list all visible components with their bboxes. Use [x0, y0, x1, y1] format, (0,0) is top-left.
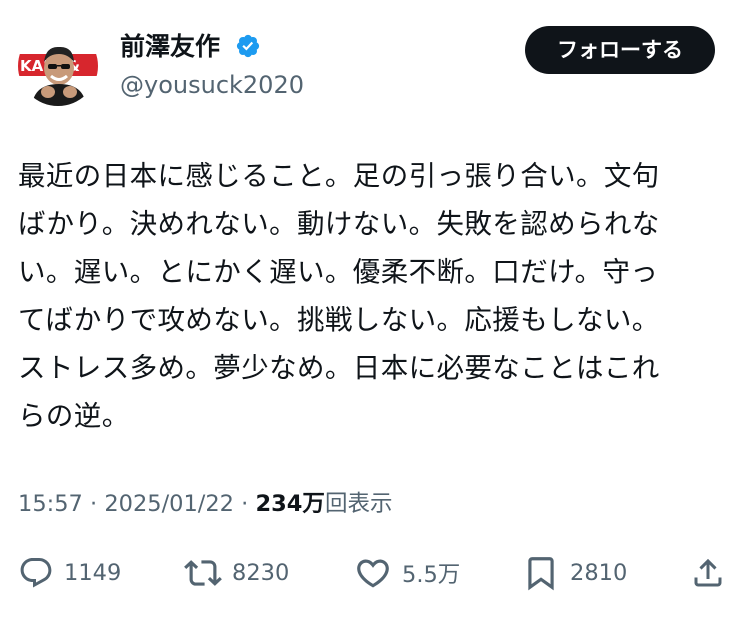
views-count: 234万	[255, 491, 325, 517]
tweet-header: KABU& 前澤友作 @yousuck2020 フォローする	[0, 0, 750, 130]
reply-icon	[20, 558, 52, 588]
avatar-image: KABU&	[18, 26, 98, 106]
tweet-actions: 1149 8230 5.5万 2810	[0, 545, 750, 601]
tweet-text: 最近の日本に感じること。足の引っ張り合い。文句 ばかり。決めれない。動けない。失敗…	[18, 152, 718, 440]
follow-button[interactable]: フォローする	[525, 26, 715, 74]
display-name-row[interactable]: 前澤友作	[120, 30, 261, 64]
meta-separator: ·	[82, 491, 105, 517]
meta-separator: ·	[234, 491, 256, 517]
like-button[interactable]: 5.5万	[354, 553, 460, 593]
retweet-count: 8230	[232, 560, 290, 586]
avatar[interactable]: KABU&	[18, 26, 98, 106]
share-icon	[694, 558, 722, 587]
tweet-text-line: ばかり。決めれない。動けない。失敗を認められな	[18, 208, 660, 240]
reply-button[interactable]: 1149	[18, 553, 121, 593]
share-button[interactable]	[690, 553, 726, 593]
tweet-meta: 15:57 · 2025/01/22 · 234万回表示	[18, 488, 392, 520]
views-label: 回表示	[324, 491, 393, 517]
tweet-text-line: てばかりで攻めない。挑戦しない。応援もしない。	[18, 304, 660, 336]
tweet-text-line: ストレス多め。夢少なめ。日本に必要なことはこれ	[18, 352, 660, 384]
bookmark-count: 2810	[570, 560, 628, 586]
like-count: 5.5万	[402, 562, 461, 588]
display-name[interactable]: 前澤友作	[120, 32, 220, 61]
heart-icon	[357, 559, 389, 588]
bookmark-icon	[528, 557, 554, 591]
bookmark-button[interactable]: 2810	[522, 553, 627, 593]
reply-count: 1149	[64, 560, 122, 586]
user-handle[interactable]: @yousuck2020	[120, 70, 304, 100]
tweet-date[interactable]: 2025/01/22	[104, 491, 234, 517]
tweet-time[interactable]: 15:57	[18, 491, 83, 517]
tweet-text-line: らの逆。	[18, 400, 130, 432]
retweet-icon	[184, 560, 222, 586]
verified-badge-icon	[236, 34, 259, 58]
tweet-text-line: い。遅い。とにかく遅い。優柔不断。口だけ。守っ	[18, 256, 659, 288]
retweet-button[interactable]: 8230	[184, 553, 289, 593]
tweet-text-line: 最近の日本に感じること。足の引っ張り合い。文句	[18, 160, 660, 192]
